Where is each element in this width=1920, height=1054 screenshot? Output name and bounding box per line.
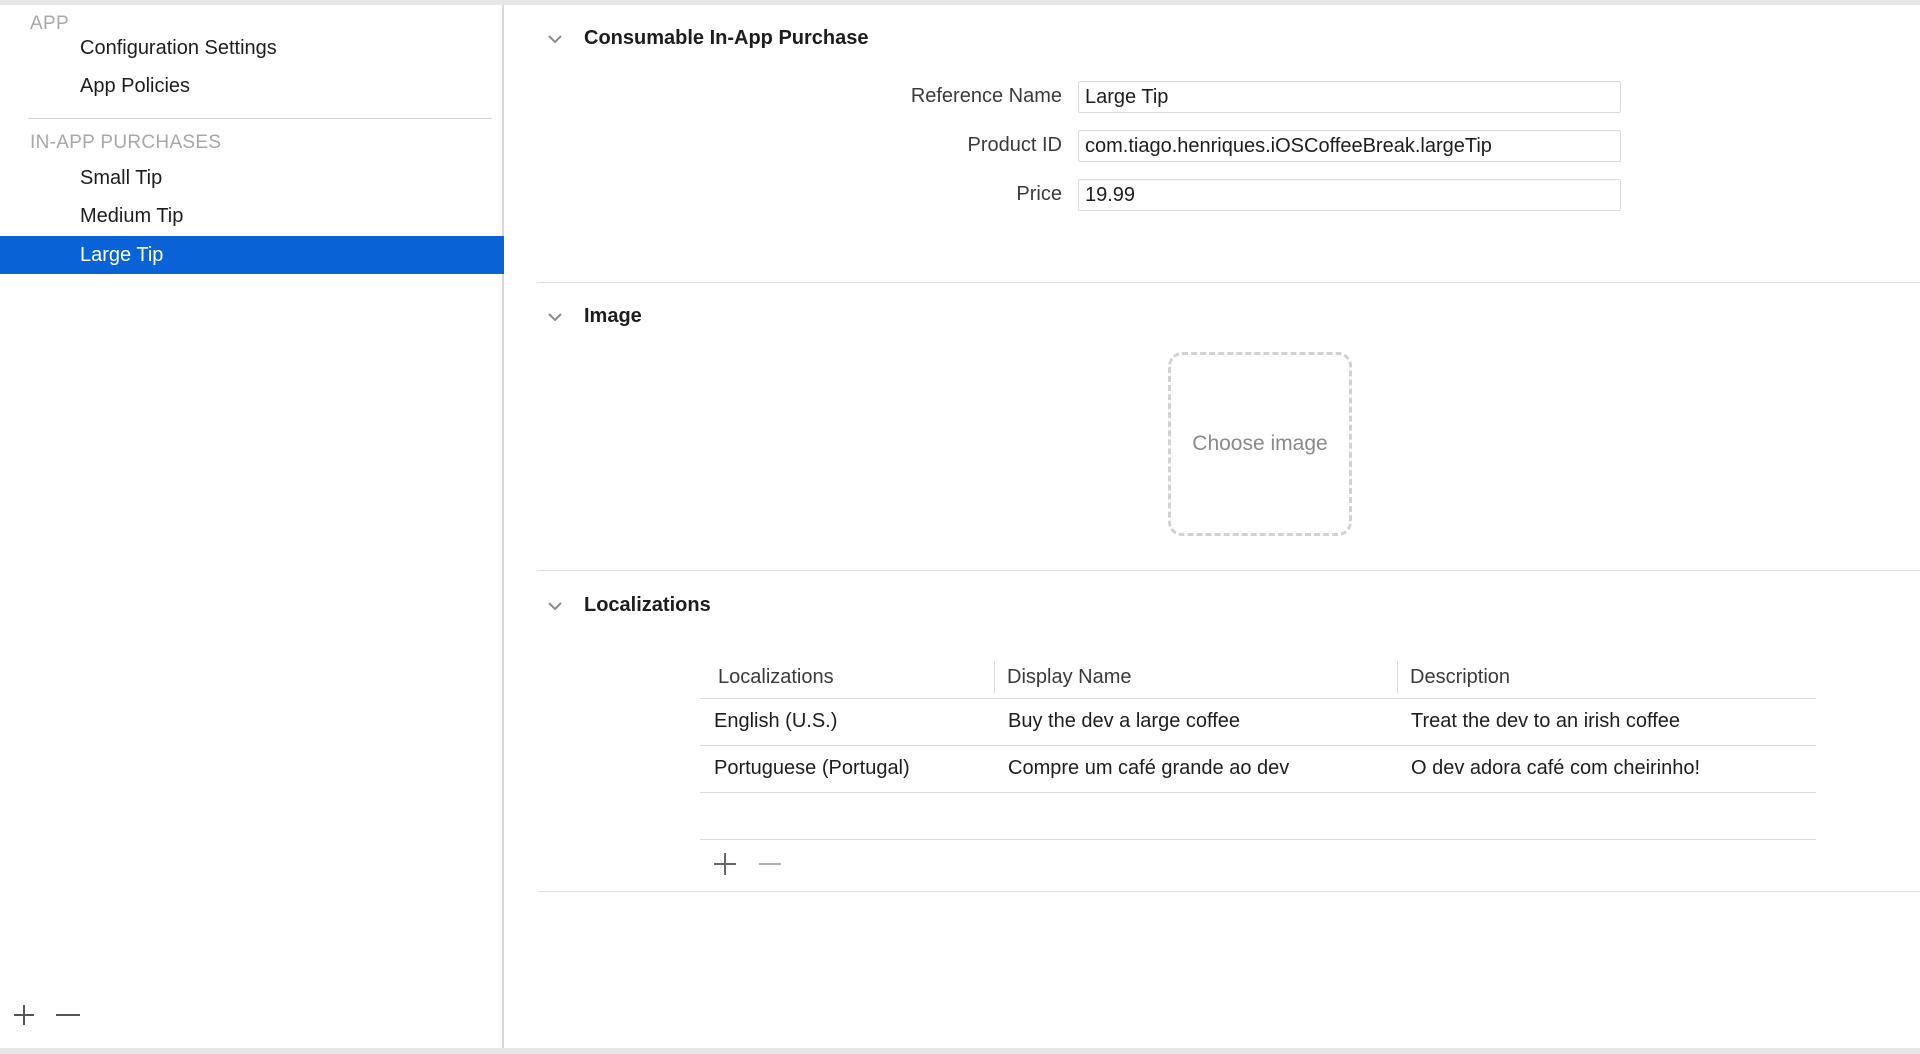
localizations-table: Localizations Display Name Description E…	[700, 655, 1816, 793]
price-label: Price	[1016, 183, 1062, 205]
sidebar-item-app-policies[interactable]: App Policies	[0, 67, 504, 105]
chevron-down-icon[interactable]	[546, 30, 564, 48]
cell-description: O dev adora café com cheirinho!	[1411, 757, 1701, 779]
cell-display-name: Compre um café grande ao dev	[1008, 757, 1290, 779]
table-controls	[712, 851, 784, 882]
section-divider	[538, 570, 1920, 571]
minus-icon[interactable]	[756, 851, 784, 882]
sidebar: APP Configuration Settings App Policies …	[0, 5, 504, 1048]
reference-name-label: Reference Name	[910, 85, 1062, 107]
main-content: Consumable In-App Purchase Reference Nam…	[506, 5, 1920, 1048]
sidebar-item-label: App Policies	[80, 75, 191, 97]
section-title: Localizations	[584, 594, 711, 616]
sidebar-item-label: Large Tip	[80, 244, 164, 266]
sidebar-divider	[28, 118, 492, 119]
section-header-image[interactable]: Image	[506, 305, 642, 328]
product-id-label: Product ID	[967, 134, 1062, 156]
window-bottom-border	[0, 1048, 1920, 1054]
table-row[interactable]: English (U.S.) Buy the dev a large coffe…	[700, 699, 1816, 746]
sidebar-footer	[12, 1003, 82, 1032]
chevron-down-icon[interactable]	[546, 597, 564, 615]
section-divider	[538, 891, 1920, 892]
product-id-field[interactable]: com.tiago.henriques.iOSCoffeeBreak.large…	[1078, 130, 1621, 162]
column-header-description[interactable]: Description	[1397, 661, 1816, 693]
cell-locale: Portuguese (Portugal)	[714, 757, 910, 779]
section-header-consumable[interactable]: Consumable In-App Purchase	[506, 27, 869, 50]
chevron-down-icon[interactable]	[546, 308, 564, 326]
table-header: Localizations Display Name Description	[700, 655, 1816, 699]
minus-icon[interactable]	[54, 1003, 82, 1032]
sidebar-item-label: Small Tip	[80, 167, 163, 189]
sidebar-item-large-tip[interactable]: Large Tip	[0, 236, 504, 274]
table-row[interactable]: Portuguese (Portugal) Compre um café gra…	[700, 746, 1816, 793]
choose-image-well[interactable]: Choose image	[1168, 352, 1352, 536]
cell-display-name: Buy the dev a large coffee	[1008, 710, 1241, 732]
price-field[interactable]: 19.99	[1078, 179, 1621, 211]
sidebar-item-medium-tip[interactable]: Medium Tip	[0, 197, 504, 235]
sidebar-item-small-tip[interactable]: Small Tip	[0, 159, 504, 197]
sidebar-item-label: Configuration Settings	[80, 37, 277, 59]
section-header-localizations[interactable]: Localizations	[506, 594, 711, 617]
plus-icon[interactable]	[12, 1003, 36, 1032]
sidebar-item-configuration-settings[interactable]: Configuration Settings	[0, 29, 504, 67]
plus-icon[interactable]	[712, 851, 738, 882]
column-header-display-name[interactable]: Display Name	[994, 661, 1397, 693]
reference-name-field[interactable]: Large Tip	[1078, 81, 1621, 113]
cell-description: Treat the dev to an irish coffee	[1411, 710, 1681, 732]
column-header-localizations[interactable]: Localizations	[700, 655, 994, 699]
section-title: Consumable In-App Purchase	[584, 27, 869, 49]
sidebar-header-in-app-purchases: IN-APP PURCHASES	[30, 132, 222, 153]
section-divider	[538, 282, 1920, 283]
sidebar-item-label: Medium Tip	[80, 205, 184, 227]
section-title: Image	[584, 305, 642, 327]
cell-locale: English (U.S.)	[714, 710, 838, 732]
table-footer-divider	[700, 839, 1816, 840]
choose-image-label: Choose image	[1192, 432, 1328, 455]
